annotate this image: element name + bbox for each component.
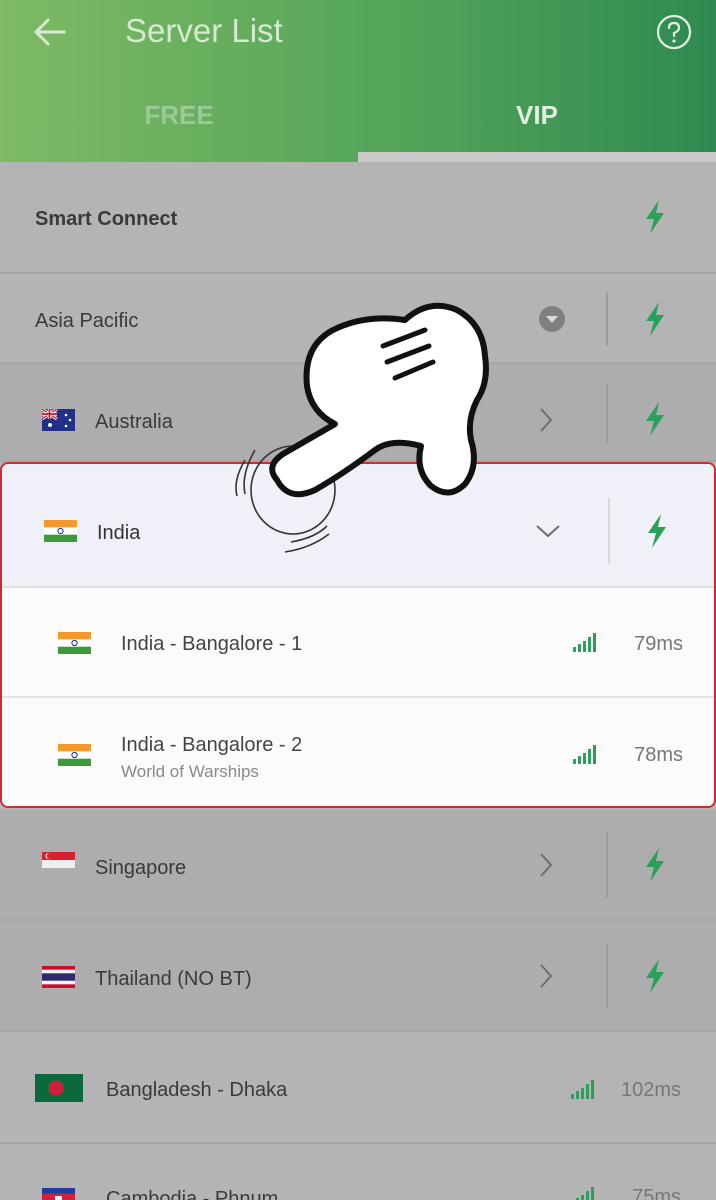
lightning-bolt-icon[interactable] (645, 514, 669, 548)
server-row-india-bangalore-1[interactable]: India - Bangalore - 1 79ms (2, 588, 714, 698)
ping-value: 79ms (634, 633, 683, 655)
chevron-down-icon[interactable] (534, 522, 562, 540)
india-flag-icon (58, 744, 91, 766)
region-label: Asia Pacific (35, 310, 139, 332)
server-name: India - Bangalore - 1 (121, 633, 303, 655)
lightning-bolt-icon[interactable] (643, 200, 667, 234)
thailand-flag-icon (42, 966, 75, 988)
server-row-cambodia-phnum[interactable]: Cambodia - Phnum 75ms (0, 1144, 716, 1200)
app-header: Server List FREE VIP (0, 0, 716, 162)
pointing-hand-icon (235, 302, 489, 553)
lightning-bolt-icon[interactable] (643, 302, 667, 336)
chevron-right-icon[interactable] (536, 851, 556, 879)
row-divider (606, 384, 608, 444)
lightning-bolt-icon[interactable] (643, 402, 667, 436)
signal-strength-icon (576, 1187, 594, 1200)
server-row-india-bangalore-2[interactable]: India - Bangalore - 2 World of Warships … (2, 698, 714, 806)
help-icon[interactable] (656, 14, 692, 50)
tab-vip[interactable]: VIP (358, 100, 716, 131)
country-label: India (97, 522, 141, 544)
chevron-right-icon[interactable] (536, 962, 556, 990)
back-arrow-icon[interactable] (28, 12, 70, 52)
lightning-bolt-icon[interactable] (643, 848, 667, 882)
india-flag-icon (58, 632, 91, 654)
ping-value: 78ms (634, 744, 683, 766)
server-row-bangladesh-dhaka[interactable]: Bangladesh - Dhaka 102ms (0, 1032, 716, 1144)
signal-strength-icon (573, 745, 596, 764)
ping-value: 102ms (620, 1079, 681, 1101)
country-label: Thailand (NO BT) (95, 968, 252, 990)
server-name: Bangladesh - Dhaka (106, 1079, 288, 1101)
country-label: Australia (95, 411, 173, 433)
country-label: Singapore (95, 857, 187, 879)
signal-strength-icon (573, 633, 596, 652)
row-divider (608, 498, 610, 564)
dropdown-circle-icon[interactable] (538, 305, 566, 333)
row-divider (606, 943, 608, 1009)
server-name: Cambodia - Phnum (106, 1188, 279, 1200)
row-divider (606, 292, 608, 346)
singapore-flag-icon (42, 852, 75, 868)
cambodia-flag-icon (42, 1188, 75, 1200)
signal-strength-icon (571, 1080, 594, 1099)
australia-flag-icon (42, 409, 75, 431)
server-name: India - Bangalore - 2 (121, 734, 303, 756)
tab-free[interactable]: FREE (0, 100, 358, 131)
bangladesh-flag-icon (35, 1074, 83, 1102)
smart-connect-label: Smart Connect (35, 208, 178, 230)
smart-connect-row[interactable]: Smart Connect (0, 162, 716, 274)
india-flag-icon (44, 520, 77, 542)
lightning-bolt-icon[interactable] (643, 959, 667, 993)
chevron-right-icon[interactable] (536, 406, 556, 434)
ping-value: 75ms (632, 1186, 681, 1200)
server-note: World of Warships (121, 762, 259, 781)
row-divider (606, 832, 608, 898)
country-row-thailand[interactable]: Thailand (NO BT) (0, 921, 716, 1032)
page-title: Server List (125, 12, 283, 49)
active-tab-indicator (358, 152, 716, 162)
country-row-singapore[interactable]: Singapore (0, 810, 716, 921)
